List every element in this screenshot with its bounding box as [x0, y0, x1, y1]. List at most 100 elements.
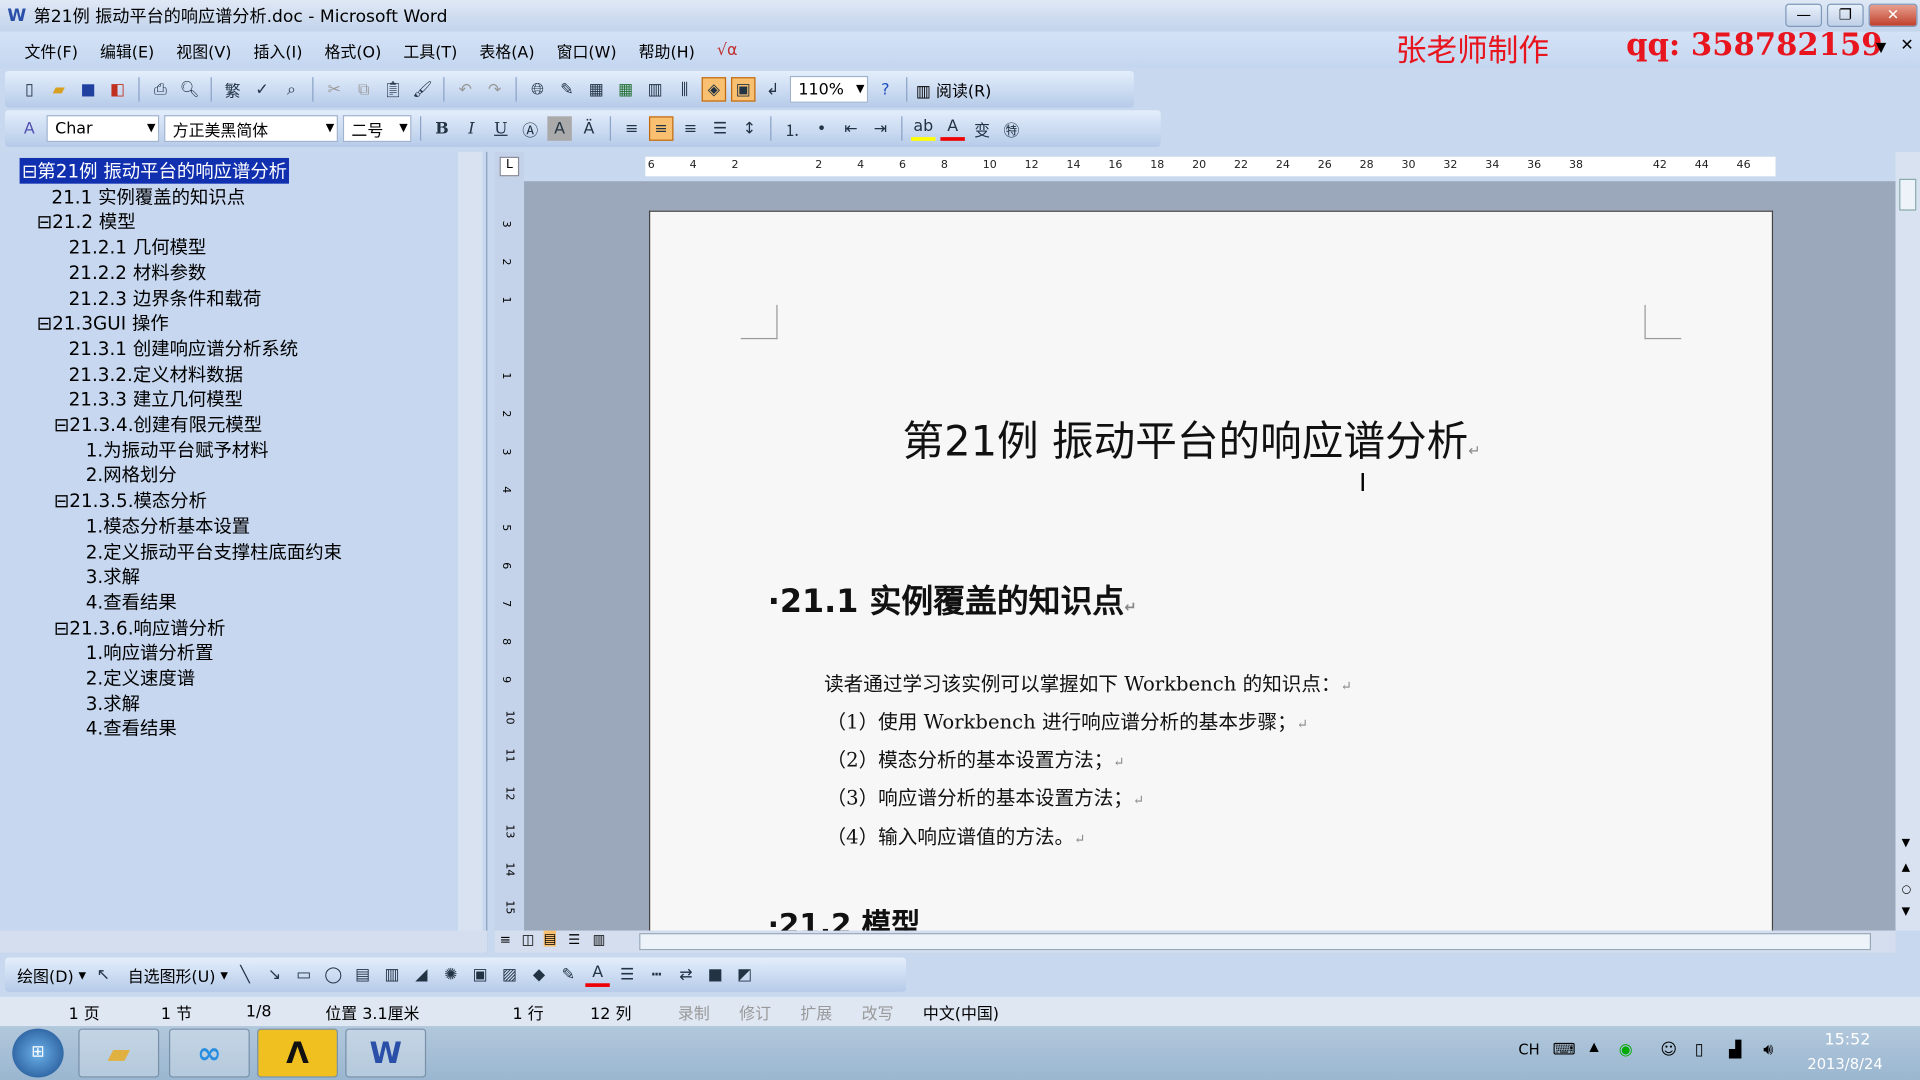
hyperlink-icon[interactable]: 🌐︎: [525, 77, 549, 101]
font-color-icon[interactable]: A: [940, 116, 965, 141]
nav-item[interactable]: 4.查看结果: [86, 589, 177, 615]
nav-item[interactable]: 21.1 实例覆盖的知识点: [51, 183, 245, 209]
3d-icon[interactable]: ◩: [732, 962, 756, 986]
menu-item[interactable]: 格式(O): [325, 39, 382, 61]
nav-item[interactable]: ⊟21.3GUI 操作: [37, 310, 169, 336]
doc-close-icon[interactable]: ✕: [1900, 37, 1913, 55]
styles-icon[interactable]: A: [17, 116, 41, 140]
format-painter-icon[interactable]: 🖌︎: [410, 77, 434, 101]
status-item[interactable]: 扩展: [800, 1000, 832, 1023]
nav-item[interactable]: 21.2.2 材料参数: [69, 259, 207, 285]
volume-icon[interactable]: 🔊︎: [1763, 1041, 1773, 1059]
menu-item[interactable]: 文件(F): [24, 39, 77, 61]
tray-app-icon[interactable]: ◉: [1619, 1041, 1633, 1059]
wordart-icon[interactable]: ◢: [409, 962, 433, 986]
normal-view-icon[interactable]: ≡: [500, 932, 511, 948]
tray-device-icon[interactable]: ▯: [1695, 1041, 1704, 1059]
menu-item[interactable]: 插入(I): [254, 39, 303, 61]
tray-expand-icon[interactable]: ▲: [1589, 1041, 1598, 1054]
line-color-icon[interactable]: ✎: [556, 962, 580, 986]
horizontal-scrollbar[interactable]: ≡ ◫ ▤ ☰ ▥: [494, 930, 1896, 953]
menu-item[interactable]: 视图(V): [176, 39, 231, 61]
copy-icon[interactable]: ⧉: [351, 77, 375, 101]
language-indicator[interactable]: CH: [1518, 1041, 1539, 1058]
status-item[interactable]: 改写: [862, 1000, 894, 1023]
tables-borders-icon[interactable]: ✎: [555, 77, 579, 101]
decrease-indent-icon[interactable]: ⇤: [839, 116, 863, 140]
line-icon[interactable]: ╲: [233, 962, 257, 986]
horizontal-ruler[interactable]: 6 4 2 2 4 6 8 10 12 14 16 18 20 22 24 26 28 30 32 34 36 38 42 4…: [645, 156, 1776, 177]
numbering-icon[interactable]: ⒈: [780, 116, 804, 140]
nav-item[interactable]: ⊟21.3.4.创建有限元模型: [54, 411, 262, 437]
char-shading-icon[interactable]: A: [547, 116, 572, 141]
fill-color-icon[interactable]: ◆: [527, 962, 551, 986]
bullets-icon[interactable]: •: [809, 116, 833, 140]
nav-hscrollbar[interactable]: [0, 930, 488, 953]
underline-button[interactable]: U: [489, 116, 513, 140]
nav-scrollbar[interactable]: [457, 151, 483, 936]
style-select[interactable]: Char ▼: [46, 115, 160, 143]
nav-item[interactable]: 2.定义速度谱: [86, 665, 195, 691]
nav-item[interactable]: 21.3.3 建立几何模型: [69, 386, 243, 412]
clock-time[interactable]: 15:52: [1824, 1031, 1870, 1049]
drawing-icon[interactable]: ⫼: [672, 77, 696, 101]
insert-table-icon[interactable]: ▦: [584, 77, 608, 101]
nav-item[interactable]: 21.2.1 几何模型: [69, 234, 207, 260]
keyboard-icon[interactable]: ⌨: [1553, 1041, 1576, 1059]
columns-icon[interactable]: ▥: [643, 77, 667, 101]
traditional-chinese-button[interactable]: 繁: [220, 77, 244, 101]
new-icon[interactable]: ▯: [17, 77, 41, 101]
enclose-char-icon[interactable]: ㊕: [999, 116, 1023, 140]
menu-dropdown-icon[interactable]: ▼: [1876, 39, 1886, 55]
menu-item[interactable]: 帮助(H): [639, 39, 695, 61]
cut-icon[interactable]: ✂: [322, 77, 346, 101]
close-button[interactable]: ✕: [1868, 3, 1918, 27]
paste-icon[interactable]: 📋︎: [381, 77, 405, 101]
outline-view-icon[interactable]: ☰: [568, 932, 580, 948]
nav-item[interactable]: 3.求解: [86, 563, 140, 589]
tray-user-icon[interactable]: ☺: [1660, 1041, 1677, 1059]
redo-icon[interactable]: ↷: [482, 77, 506, 101]
font-color-icon[interactable]: A: [585, 962, 610, 987]
line-spacing-icon[interactable]: ↕: [737, 116, 761, 140]
char-border-icon[interactable]: Ⓐ: [518, 116, 542, 140]
tab-selector[interactable]: L: [499, 156, 520, 177]
open-icon[interactable]: ▰: [47, 77, 71, 101]
restore-button[interactable]: ❐: [1826, 3, 1864, 27]
oval-icon[interactable]: ◯: [321, 962, 345, 986]
nav-item[interactable]: 21.2.3 边界条件和载荷: [69, 285, 262, 311]
document-map-icon[interactable]: ◈: [701, 77, 727, 102]
font-select[interactable]: 方正美黑简体 ▼: [164, 115, 338, 143]
save-icon[interactable]: ■: [76, 77, 100, 101]
dash-style-icon[interactable]: ┅: [644, 962, 668, 986]
distributed-icon[interactable]: ☰: [708, 116, 732, 140]
nav-item[interactable]: 1.模态分析基本设置: [86, 513, 250, 539]
research-icon[interactable]: ⌕: [279, 77, 303, 101]
nav-item[interactable]: 2.定义振动平台支撑柱底面约束: [86, 538, 342, 564]
show-hide-icon[interactable]: ▣: [731, 77, 756, 102]
permission-icon[interactable]: ◧: [105, 77, 129, 101]
print-view-icon[interactable]: ▤: [543, 930, 557, 947]
nav-item[interactable]: 3.求解: [86, 690, 140, 716]
spelling-icon[interactable]: ✓: [250, 77, 274, 101]
bold-button[interactable]: B: [430, 116, 454, 140]
taskbar-ansys-icon[interactable]: Λ: [257, 1028, 338, 1078]
next-page-icon[interactable]: ▼: [1902, 906, 1910, 918]
increase-indent-icon[interactable]: ⇥: [868, 116, 892, 140]
menu-item[interactable]: √α: [717, 41, 738, 59]
insert-excel-icon[interactable]: ▦: [613, 77, 637, 101]
document-page[interactable]: 第21例 振动平台的响应谱分析↵ ·21.1 实例覆盖的知识点↵ 读者通过学习该…: [648, 210, 1774, 942]
clipart-icon[interactable]: ▣: [468, 962, 492, 986]
vertical-textbox-icon[interactable]: ▥: [380, 962, 404, 986]
vertical-ruler[interactable]: 3 2 1 1 2 3 4 5 6 7 8 9 10 11 12 13 14 15: [494, 151, 525, 931]
char-scale-icon[interactable]: Ä: [577, 116, 601, 140]
taskbar-explorer-icon[interactable]: ▰: [78, 1028, 160, 1078]
paragraph-mark-icon[interactable]: ↲: [760, 77, 784, 101]
nav-item[interactable]: 4.查看结果: [86, 716, 177, 742]
italic-button[interactable]: I: [459, 116, 483, 140]
font-size-select[interactable]: 二号 ▼: [342, 115, 412, 143]
arrow-style-icon[interactable]: ⇄: [674, 962, 698, 986]
draw-menu[interactable]: 绘图(D): [17, 963, 74, 986]
vertical-scrollbar[interactable]: ▼ ▲ ○ ▼: [1895, 151, 1920, 931]
justify-icon[interactable]: ≡: [620, 116, 644, 140]
